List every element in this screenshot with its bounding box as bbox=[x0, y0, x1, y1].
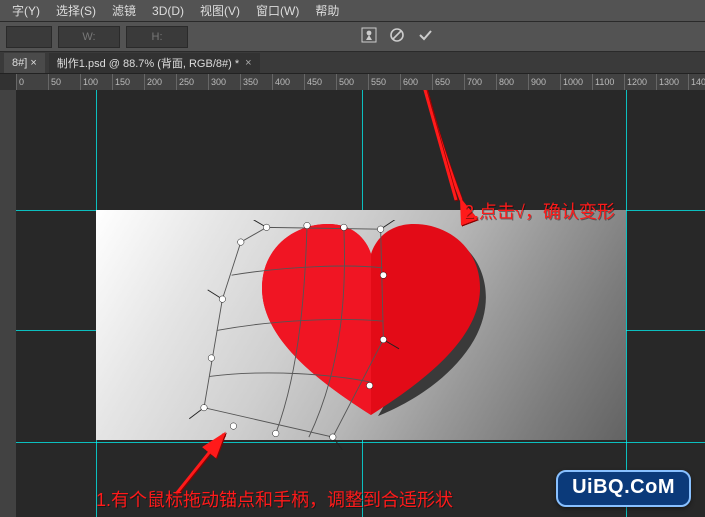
opt-field-1[interactable] bbox=[6, 26, 52, 48]
ruler-vertical[interactable] bbox=[0, 90, 16, 517]
menu-item-3d[interactable]: 3D(D) bbox=[144, 4, 192, 18]
annotation-2: 2.点击√，确认变形 bbox=[464, 198, 615, 224]
guide-horizontal[interactable] bbox=[16, 442, 705, 443]
canvas-workspace[interactable]: 2.点击√，确认变形 1.有个鼠标拖动锚点和手柄，调整到合适形状 bbox=[16, 90, 705, 517]
close-icon[interactable]: × bbox=[245, 57, 251, 69]
puppet-icon[interactable] bbox=[360, 26, 378, 44]
menu-item-type[interactable]: 字(Y) bbox=[4, 2, 48, 19]
annotation-1: 1.有个鼠标拖动锚点和手柄，调整到合适形状 bbox=[96, 486, 453, 512]
menu-item-filter[interactable]: 滤镜 bbox=[104, 2, 144, 19]
heart-shape[interactable] bbox=[256, 220, 486, 423]
menu-item-help[interactable]: 帮助 bbox=[307, 2, 347, 19]
watermark: UiBQ.CoM bbox=[556, 470, 691, 507]
tab-2[interactable]: 制作1.psd @ 88.7% (背面, RGB/8#) *× bbox=[49, 53, 260, 73]
tab-1[interactable]: 8#] × bbox=[4, 53, 45, 73]
opt-height[interactable]: H: bbox=[126, 26, 188, 48]
document-tabs: 8#] × 制作1.psd @ 88.7% (背面, RGB/8#) *× bbox=[0, 52, 705, 74]
commit-icon[interactable] bbox=[416, 26, 434, 44]
cancel-icon[interactable] bbox=[388, 26, 406, 44]
menu-item-view[interactable]: 视图(V) bbox=[192, 2, 248, 19]
guide-vertical[interactable] bbox=[626, 90, 627, 517]
opt-width[interactable]: W: bbox=[58, 26, 120, 48]
menu-bar: 字(Y) 选择(S) 滤镜 3D(D) 视图(V) 窗口(W) 帮助 bbox=[0, 0, 705, 22]
ruler-horizontal[interactable]: 050100150 200250300350 400450500550 6006… bbox=[16, 74, 705, 90]
menu-item-select[interactable]: 选择(S) bbox=[48, 2, 104, 19]
menu-item-window[interactable]: 窗口(W) bbox=[248, 2, 307, 19]
options-bar: W: H: bbox=[0, 22, 705, 52]
